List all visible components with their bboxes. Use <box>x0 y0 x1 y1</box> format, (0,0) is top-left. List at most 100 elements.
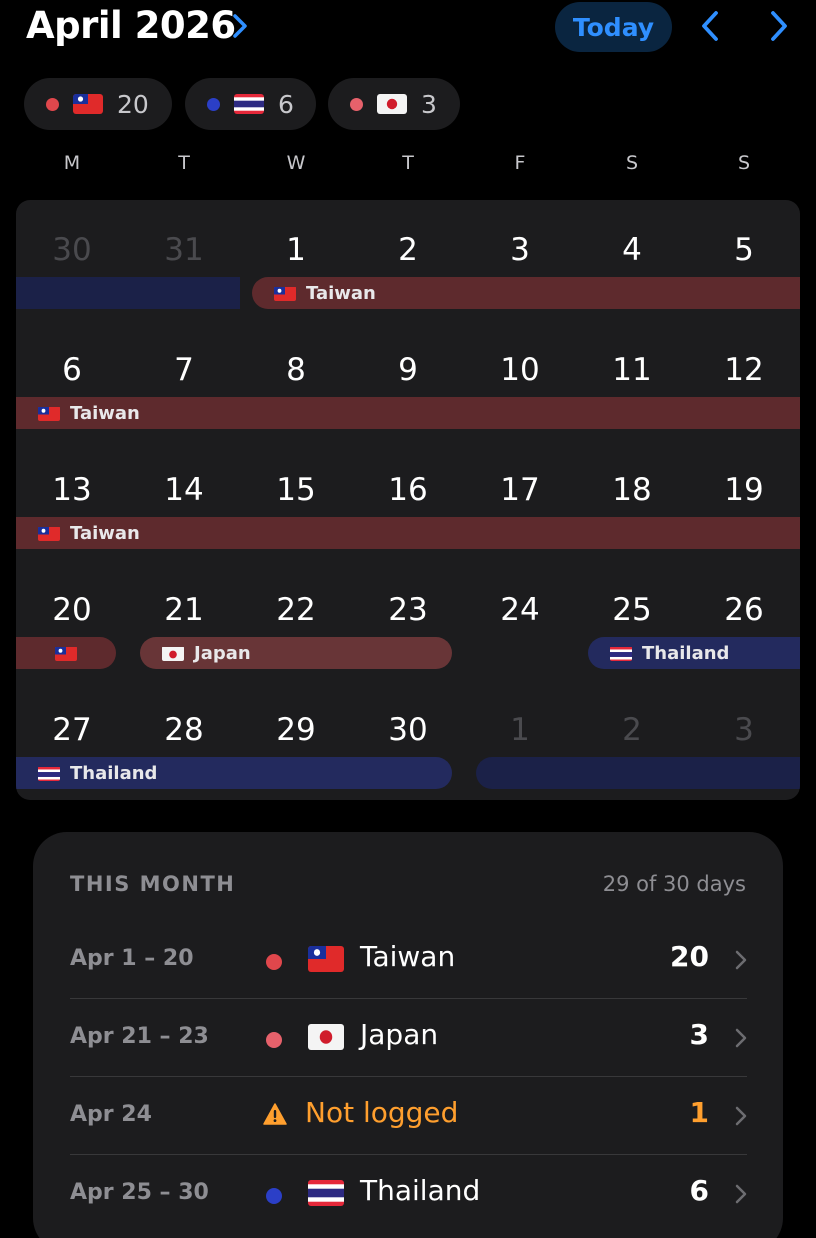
japan-flag-icon <box>377 94 407 114</box>
calendar-day[interactable]: 18 <box>576 472 688 508</box>
calendar-day[interactable]: 1 <box>464 712 576 748</box>
weekday-header: MTWTFSS <box>16 152 800 182</box>
calendar-day[interactable]: 3 <box>464 232 576 268</box>
previous-month-button[interactable] <box>693 8 727 44</box>
chip-taiwan[interactable]: 20 <box>24 78 172 130</box>
taiwan-flag-icon <box>274 286 296 301</box>
calendar-day[interactable]: 21 <box>128 592 240 628</box>
calendar-day[interactable]: 12 <box>688 352 800 388</box>
calendar-grid: 30 31 1 2 3 4 5 6 7 8 9 10 11 12 13 14 15 16 17 18 19 20 21 22 2… <box>16 200 800 800</box>
calendar-day[interactable]: 22 <box>240 592 352 628</box>
event-label: Taiwan <box>70 402 140 424</box>
summary-row-not-logged[interactable]: Apr 24 Not logged 1 <box>70 1078 747 1156</box>
today-button[interactable]: Today <box>555 2 672 52</box>
trip-event-bar[interactable]: Taiwan <box>252 277 800 309</box>
summary-title: THIS MONTH <box>70 872 236 896</box>
trip-event-bar[interactable]: Thailand <box>588 637 800 669</box>
thailand-flag-icon <box>38 766 60 781</box>
calendar-day[interactable]: 15 <box>240 472 352 508</box>
event-label: Taiwan <box>306 282 376 304</box>
date-range: Apr 25 – 30 <box>70 1180 209 1205</box>
taiwan-flag-icon <box>38 526 60 541</box>
chevron-right-icon <box>735 1028 747 1048</box>
calendar-day[interactable]: 29 <box>240 712 352 748</box>
day-count: 6 <box>689 1174 709 1207</box>
status-dot <box>46 97 59 111</box>
next-month-button[interactable] <box>762 8 796 44</box>
status-dot <box>266 1032 282 1048</box>
calendar-day[interactable]: 17 <box>464 472 576 508</box>
chip-count: 6 <box>278 89 294 119</box>
calendar-header: April 2026 Today <box>0 0 816 60</box>
trip-event-bar[interactable]: Taiwan <box>16 517 800 549</box>
chip-japan[interactable]: 3 <box>328 78 460 130</box>
trip-event-bar[interactable] <box>16 277 240 309</box>
status-dot <box>350 97 363 111</box>
calendar-day[interactable]: 4 <box>576 232 688 268</box>
calendar-day[interactable]: 2 <box>352 232 464 268</box>
status-dot <box>266 1188 282 1204</box>
calendar-day[interactable]: 7 <box>128 352 240 388</box>
calendar-day[interactable]: 10 <box>464 352 576 388</box>
taiwan-flag-icon <box>73 94 103 114</box>
row-divider <box>70 998 747 999</box>
calendar-day[interactable]: 23 <box>352 592 464 628</box>
trip-event-bar[interactable]: Taiwan <box>16 397 800 429</box>
thailand-flag-icon <box>234 94 264 114</box>
calendar-day[interactable]: 6 <box>16 352 128 388</box>
calendar-day[interactable]: 27 <box>16 712 128 748</box>
summary-row-taiwan[interactable]: Apr 1 – 20 Taiwan 20 <box>70 922 747 1000</box>
summary-row-thailand[interactable]: Apr 25 – 30 Thailand 6 <box>70 1156 747 1234</box>
calendar-day[interactable]: 1 <box>240 232 352 268</box>
chevron-right-icon[interactable] <box>230 12 250 40</box>
row-divider <box>70 1076 747 1077</box>
trip-event-bar[interactable]: Japan <box>140 637 452 669</box>
calendar-day[interactable]: 5 <box>688 232 800 268</box>
calendar-day[interactable]: 16 <box>352 472 464 508</box>
summary-row-japan[interactable]: Apr 21 – 23 Japan 3 <box>70 1000 747 1078</box>
month-title[interactable]: April 2026 <box>26 4 236 47</box>
calendar-day[interactable]: 26 <box>688 592 800 628</box>
calendar-day[interactable]: 9 <box>352 352 464 388</box>
event-label: Thailand <box>70 762 158 784</box>
event-label: Japan <box>194 642 251 664</box>
chip-thailand[interactable]: 6 <box>185 78 316 130</box>
calendar-day[interactable]: 19 <box>688 472 800 508</box>
date-range: Apr 21 – 23 <box>70 1024 209 1049</box>
weekday-label: T <box>178 152 190 174</box>
trip-event-bar[interactable]: Thailand <box>16 757 452 789</box>
chevron-left-icon <box>702 11 718 41</box>
weekday-label: F <box>514 152 526 174</box>
calendar-day[interactable]: 8 <box>240 352 352 388</box>
chevron-right-icon <box>735 1184 747 1204</box>
status-dot <box>207 97 220 111</box>
weekday-label: S <box>625 152 639 174</box>
calendar-day[interactable]: 30 <box>16 232 128 268</box>
month-summary-panel: THIS MONTH 29 of 30 days Apr 1 – 20 Taiw… <box>33 832 783 1238</box>
calendar-day[interactable]: 20 <box>16 592 128 628</box>
row-divider <box>70 1154 747 1155</box>
japan-flag-icon <box>162 646 184 661</box>
day-count: 3 <box>689 1018 709 1051</box>
calendar-day[interactable]: 30 <box>352 712 464 748</box>
country-name: Japan <box>360 1018 439 1051</box>
not-logged-label: Not logged <box>305 1096 459 1129</box>
event-label: Taiwan <box>70 522 140 544</box>
weekday-label: M <box>63 152 81 174</box>
calendar-day[interactable]: 25 <box>576 592 688 628</box>
calendar-day[interactable]: 24 <box>464 592 576 628</box>
calendar-day[interactable]: 14 <box>128 472 240 508</box>
country-name: Thailand <box>360 1174 481 1207</box>
chevron-right-icon <box>735 1106 747 1126</box>
calendar-day[interactable]: 31 <box>128 232 240 268</box>
calendar-day[interactable]: 3 <box>688 712 800 748</box>
calendar-day[interactable]: 13 <box>16 472 128 508</box>
taiwan-flag-icon <box>38 406 60 421</box>
chip-count: 20 <box>117 89 149 119</box>
taiwan-flag-icon <box>308 946 344 972</box>
calendar-day[interactable]: 28 <box>128 712 240 748</box>
calendar-day[interactable]: 2 <box>576 712 688 748</box>
calendar-day[interactable]: 11 <box>576 352 688 388</box>
trip-event-bar[interactable] <box>476 757 800 789</box>
trip-event-bar[interactable] <box>16 637 116 669</box>
